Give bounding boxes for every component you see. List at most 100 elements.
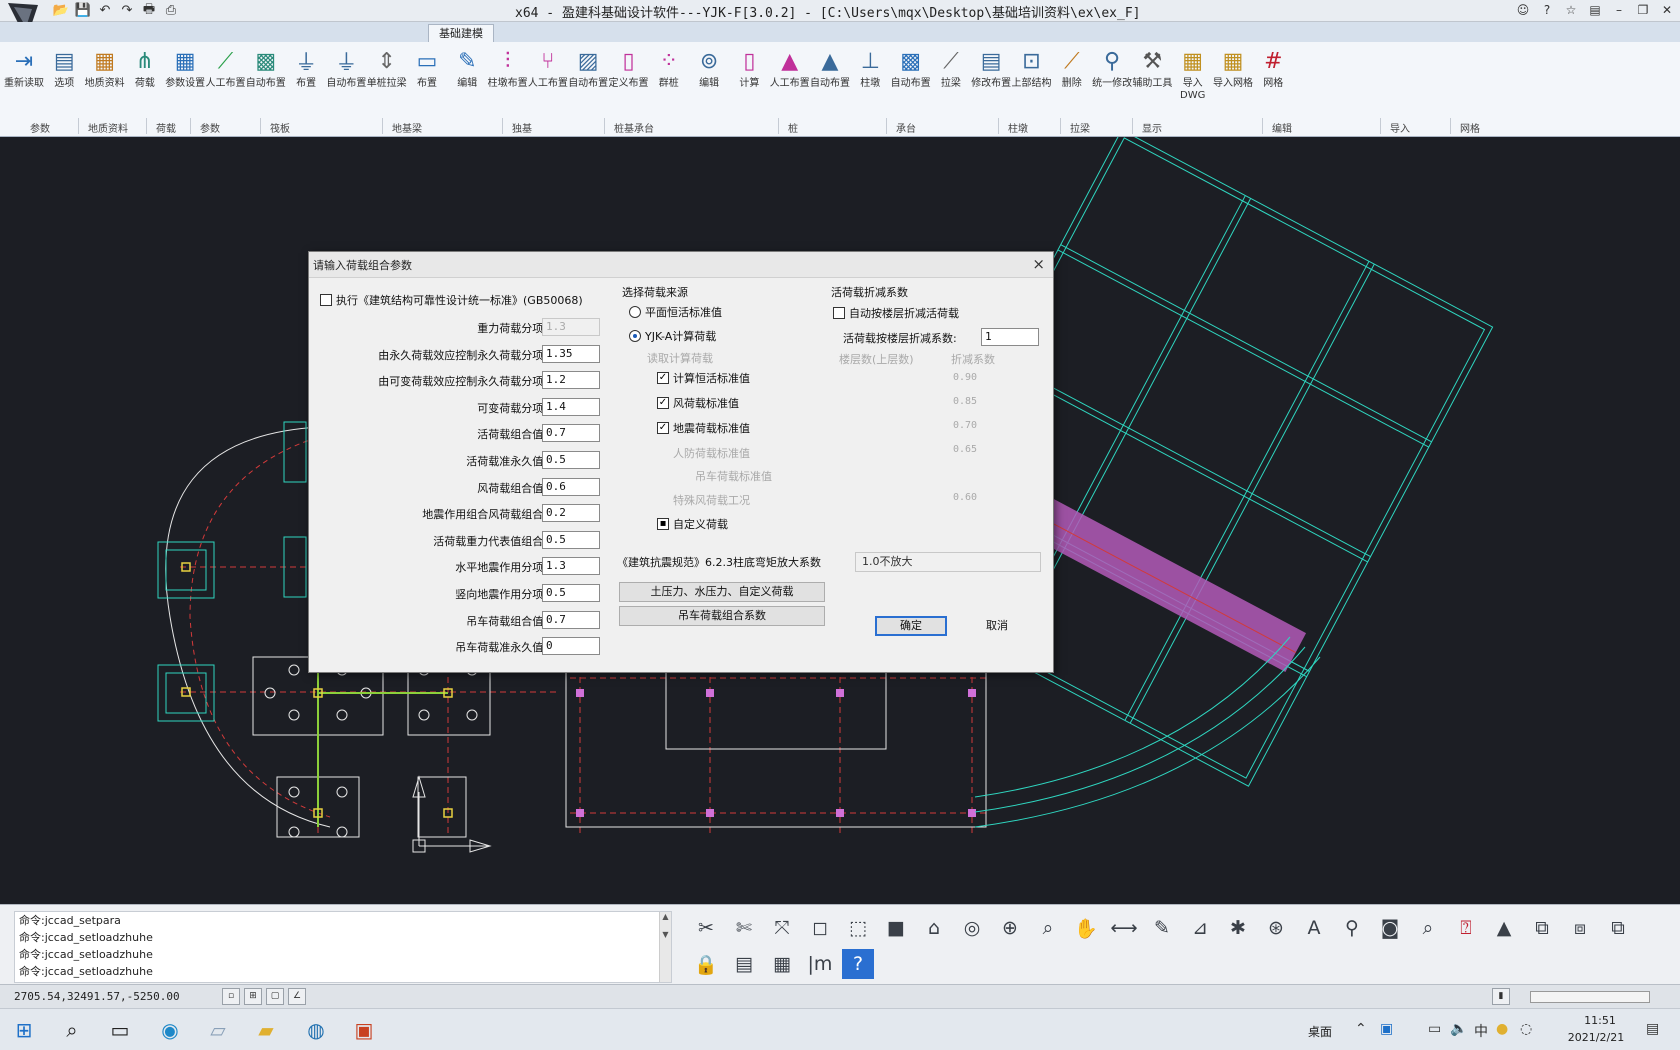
- user-icon[interactable]: ☺: [1514, 1, 1532, 19]
- zoom-icon[interactable]: ⌕: [1032, 913, 1064, 943]
- edge-browser-icon[interactable]: ◉: [152, 1015, 188, 1045]
- lock-icon[interactable]: 🔒: [690, 949, 722, 979]
- dimension-icon[interactable]: ✎: [1146, 913, 1178, 943]
- field-input[interactable]: 0.5: [542, 530, 600, 549]
- tray-app3-icon[interactable]: ◌: [1520, 1021, 1532, 1037]
- close-icon[interactable]: ✕: [1658, 1, 1676, 19]
- snap-toggle[interactable]: ▢: [266, 988, 284, 1005]
- units-icon[interactable]: |m: [804, 949, 836, 979]
- copy-window-icon[interactable]: ⧉: [1526, 913, 1558, 943]
- ribbon-button-pile-group[interactable]: ⁘ 群桩: [649, 46, 689, 90]
- help-icon[interactable]: ?: [842, 949, 874, 979]
- network-icon[interactable]: ▭: [1428, 1021, 1441, 1037]
- zoom-window-icon[interactable]: ⊕: [994, 913, 1026, 943]
- radio-plane-load[interactable]: [629, 306, 641, 318]
- tile-icon[interactable]: ⧈: [1564, 913, 1596, 943]
- ribbon-button-calc[interactable]: ▯ 计算: [729, 46, 769, 90]
- ribbon-button-auto3[interactable]: ▲ 自动布置: [810, 46, 850, 90]
- wrench-icon[interactable]: ⚲: [1336, 913, 1368, 943]
- field-input[interactable]: 1.4: [542, 397, 600, 416]
- ribbon-button-edit[interactable]: ✎ 编辑: [447, 46, 487, 90]
- layout-toggle[interactable]: ▮: [1492, 988, 1510, 1005]
- camera-icon[interactable]: ◙: [1374, 913, 1406, 943]
- ribbon-button-dwg-grid[interactable]: ▦ 导入网格: [1213, 46, 1253, 90]
- orbit-icon[interactable]: ◎: [956, 913, 988, 943]
- tray-app2-icon[interactable]: ●: [1496, 1021, 1508, 1037]
- ribbon-button-auto-layout[interactable]: ▩ 自动布置: [246, 46, 286, 90]
- ribbon-button-options[interactable]: ▤ 选项: [44, 46, 84, 90]
- redo-icon[interactable]: ↷: [118, 2, 136, 19]
- ribbon-button-unify[interactable]: ⚲ 统一修改: [1092, 46, 1132, 90]
- cube-icon[interactable]: ⬚: [842, 913, 874, 943]
- auto-reduce-checkbox[interactable]: [833, 307, 845, 319]
- text-icon[interactable]: A: [1298, 913, 1330, 943]
- ribbon-button-manual2[interactable]: ⑂ 人工布置: [528, 46, 568, 90]
- extend-icon[interactable]: ⤧: [766, 913, 798, 943]
- seismic-load-checkbox[interactable]: ✓: [657, 422, 669, 434]
- node-icon[interactable]: ✱: [1222, 913, 1254, 943]
- yjk-app-icon[interactable]: ◍: [298, 1015, 334, 1045]
- search-icon[interactable]: ⌕: [54, 1015, 90, 1045]
- angle-icon[interactable]: ⊿: [1184, 913, 1216, 943]
- cascade-icon[interactable]: ⧉: [1602, 913, 1634, 943]
- ribbon-button-grid[interactable]: # 网格: [1253, 46, 1293, 90]
- tray-up-icon[interactable]: ⌃: [1355, 1021, 1367, 1037]
- ribbon-button-import[interactable]: ⇥ 重新读取: [4, 46, 44, 90]
- ribbon-button-place[interactable]: ⏚ 布置: [286, 46, 326, 90]
- ortho-toggle[interactable]: ▫: [222, 988, 240, 1005]
- menu-icon[interactable]: ▤: [1586, 1, 1604, 19]
- ribbon-button-manual-layout[interactable]: ⟋ 人工布置: [206, 46, 246, 90]
- earth-water-load-button[interactable]: 土压力、水压力、自定义荷载: [619, 582, 825, 602]
- app-icon[interactable]: ▱: [200, 1015, 236, 1045]
- reduce-coef-input[interactable]: 1: [981, 328, 1039, 346]
- undo-icon[interactable]: ↶: [96, 2, 114, 19]
- cad-canvas[interactable]: 请输入荷载组合参数 × 执行《建筑结构可靠性设计统一标准》(GB50068) 选…: [0, 137, 1680, 904]
- box-icon[interactable]: ◻: [804, 913, 836, 943]
- field-input[interactable]: 0.5: [542, 451, 600, 469]
- star-icon[interactable]: ☆: [1562, 1, 1580, 19]
- command-history[interactable]: 命令:jccad_setpara 命令:jccad_setloadzhuhe 命…: [14, 911, 672, 983]
- custom-load-checkbox[interactable]: ▪: [657, 518, 669, 530]
- field-input[interactable]: 1.3: [542, 557, 600, 576]
- volume-icon[interactable]: 🔈: [1450, 1021, 1467, 1037]
- dead-live-checkbox[interactable]: ✓: [657, 372, 669, 384]
- ribbon-button-param[interactable]: ▦ 参数设置: [165, 46, 205, 90]
- ribbon-button-modify[interactable]: ▤ 修改布置: [971, 46, 1011, 90]
- file-icon[interactable]: ▤: [728, 949, 760, 979]
- trim-icon[interactable]: ✂: [690, 913, 722, 943]
- tray-app-icon[interactable]: ▣: [1380, 1021, 1393, 1037]
- minimize-icon[interactable]: –: [1610, 1, 1628, 19]
- ribbon-button-tie-beam[interactable]: ⟋ 拉梁: [931, 46, 971, 90]
- view3d-icon[interactable]: ⌂: [918, 913, 950, 943]
- dialog-close-button[interactable]: ×: [1032, 255, 1045, 273]
- ribbon-button-place2[interactable]: ▭ 布置: [407, 46, 447, 90]
- ribbon-button-geology[interactable]: ▦ 地质资料: [85, 46, 125, 90]
- ribbon-button-define[interactable]: ▯ 定义布置: [609, 46, 649, 90]
- command-scrollbar[interactable]: ▲ ▼: [659, 912, 671, 982]
- save-icon[interactable]: 💾: [74, 2, 92, 19]
- ribbon-button-pier[interactable]: ⫶ 柱墩布置: [488, 46, 528, 90]
- layer-icon[interactable]: ▦: [766, 949, 798, 979]
- task-view-icon[interactable]: ▭: [102, 1015, 138, 1045]
- field-input[interactable]: 0: [542, 637, 600, 656]
- ribbon-button-tools[interactable]: ⚒ 辅助工具: [1132, 46, 1172, 90]
- scale-icon[interactable]: ⌕: [1412, 913, 1444, 943]
- field-input[interactable]: 1.35: [542, 344, 600, 363]
- ribbon-button-pile-beam[interactable]: ⇕ 单桩拉梁: [367, 46, 407, 90]
- restore-icon[interactable]: ❐: [1634, 1, 1652, 19]
- powerpoint-icon[interactable]: ▣: [346, 1015, 382, 1045]
- ribbon-button-auto4[interactable]: ▩ 自动布置: [891, 46, 931, 90]
- pan-icon[interactable]: ✋: [1070, 913, 1102, 943]
- ribbon-button-delete[interactable]: ⟋ 删除: [1052, 46, 1092, 90]
- solid-icon[interactable]: ■: [880, 913, 912, 943]
- ribbon-button-column[interactable]: ⊥ 柱墩: [850, 46, 890, 90]
- snap-icon[interactable]: ⊛: [1260, 913, 1292, 943]
- notification-icon[interactable]: ▤: [1646, 1021, 1659, 1037]
- cancel-button[interactable]: 取消: [961, 616, 1033, 636]
- ribbon-button-auto-place[interactable]: ⏚ 自动布置: [326, 46, 366, 90]
- export-icon[interactable]: ▲: [1488, 913, 1520, 943]
- ribbon-button-upper[interactable]: ⊡ 上部结构: [1012, 46, 1052, 90]
- ribbon-button-edit2[interactable]: ⊚ 编辑: [689, 46, 729, 90]
- field-input[interactable]: 0.6: [542, 477, 600, 496]
- ime-icon[interactable]: 中: [1474, 1021, 1488, 1041]
